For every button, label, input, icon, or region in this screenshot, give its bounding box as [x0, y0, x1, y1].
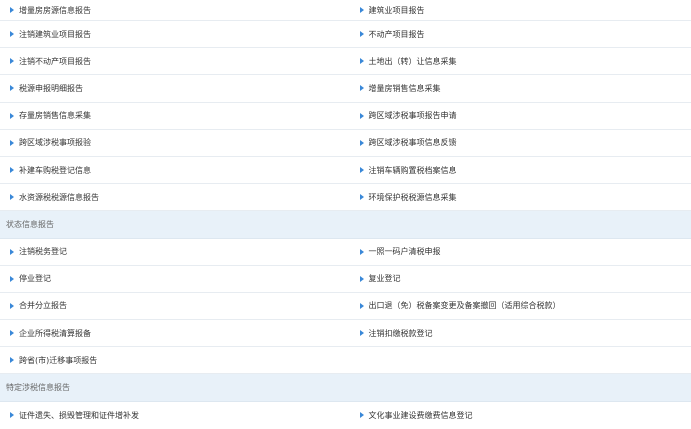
section-header-specific: 特定涉税信息报告 — [0, 374, 691, 401]
menu-item[interactable]: 跨省(市)迁移事项报告 — [0, 355, 346, 366]
report-menu-page: 增量房房源信息报告 建筑业项目报告 注销建筑业项目报告 不动产项目报告 注销不动… — [0, 0, 691, 428]
caret-right-icon — [10, 85, 14, 91]
caret-right-icon — [360, 58, 364, 64]
menu-item[interactable]: 文化事业建设费缴费信息登记 — [346, 410, 691, 421]
caret-right-icon — [360, 167, 364, 173]
caret-right-icon — [360, 412, 364, 418]
caret-right-icon — [10, 303, 14, 309]
menu-item[interactable]: 出口退（免）税备案变更及备案撤回（适用综合税款） — [346, 300, 691, 311]
menu-item[interactable]: 注销扣缴税款登记 — [346, 328, 691, 339]
menu-item[interactable]: 增量房房源信息报告 — [0, 5, 346, 16]
menu-row: 补建车购税登记信息 注销车辆购置税档案信息 — [0, 157, 691, 184]
caret-right-icon — [360, 249, 364, 255]
menu-item[interactable]: 企业所得税清算报备 — [0, 328, 346, 339]
menu-item[interactable]: 不动产项目报告 — [346, 29, 691, 40]
menu-item[interactable]: 注销税务登记 — [0, 246, 346, 257]
menu-item[interactable]: 补建车购税登记信息 — [0, 165, 346, 176]
menu-row: 跨区域涉税事项报验 跨区域涉税事项信息反馈 — [0, 130, 691, 157]
menu-row: 注销税务登记 一照一码户清税申报 — [0, 239, 691, 266]
menu-row: 注销不动产项目报告 土地出（转）让信息采集 — [0, 48, 691, 75]
caret-right-icon — [360, 303, 364, 309]
caret-right-icon — [10, 140, 14, 146]
menu-item[interactable]: 存量房销售信息采集 — [0, 110, 346, 121]
menu-row: 证件遗失、损毁管理和证件增补发 文化事业建设费缴费信息登记 — [0, 402, 691, 429]
menu-item[interactable]: 合并分立报告 — [0, 300, 346, 311]
menu-item[interactable]: 注销车辆购置税档案信息 — [346, 165, 691, 176]
menu-item[interactable]: 土地出（转）让信息采集 — [346, 56, 691, 67]
menu-item[interactable]: 复业登记 — [346, 273, 691, 284]
section-header-status: 状态信息报告 — [0, 211, 691, 238]
menu-item[interactable]: 注销建筑业项目报告 — [0, 29, 346, 40]
menu-item[interactable]: 停业登记 — [0, 273, 346, 284]
menu-item[interactable]: 税源申报明细报告 — [0, 83, 346, 94]
menu-item[interactable]: 水资源税税源信息报告 — [0, 192, 346, 203]
menu-row: 税源申报明细报告 增量房销售信息采集 — [0, 75, 691, 102]
menu-item[interactable]: 增量房销售信息采集 — [346, 83, 691, 94]
report-group-status: 注销税务登记 一照一码户清税申报 停业登记 复业登记 合并分立报告 出口退（免）… — [0, 239, 691, 375]
caret-right-icon — [10, 412, 14, 418]
menu-row: 水资源税税源信息报告 环境保护税税源信息采集 — [0, 184, 691, 211]
menu-row: 合并分立报告 出口退（免）税备案变更及备案撤回（适用综合税款） — [0, 293, 691, 320]
report-group-general: 增量房房源信息报告 建筑业项目报告 注销建筑业项目报告 不动产项目报告 注销不动… — [0, 0, 691, 211]
menu-row: 跨省(市)迁移事项报告 — [0, 347, 691, 374]
caret-right-icon — [360, 85, 364, 91]
caret-right-icon — [10, 330, 14, 336]
report-group-specific: 证件遗失、损毁管理和证件增补发 文化事业建设费缴费信息登记 — [0, 402, 691, 429]
caret-right-icon — [360, 31, 364, 37]
menu-row: 增量房房源信息报告 建筑业项目报告 — [0, 0, 691, 21]
caret-right-icon — [10, 7, 14, 13]
caret-right-icon — [360, 140, 364, 146]
caret-right-icon — [10, 357, 14, 363]
caret-right-icon — [10, 194, 14, 200]
menu-row: 注销建筑业项目报告 不动产项目报告 — [0, 21, 691, 48]
caret-right-icon — [10, 113, 14, 119]
caret-right-icon — [10, 276, 14, 282]
menu-row: 停业登记 复业登记 — [0, 266, 691, 293]
menu-item[interactable]: 建筑业项目报告 — [346, 5, 691, 16]
caret-right-icon — [10, 31, 14, 37]
menu-row: 存量房销售信息采集 跨区域涉税事项报告申请 — [0, 103, 691, 130]
caret-right-icon — [360, 276, 364, 282]
caret-right-icon — [360, 113, 364, 119]
menu-item[interactable]: 跨区域涉税事项报告申请 — [346, 110, 691, 121]
menu-item[interactable]: 证件遗失、损毁管理和证件增补发 — [0, 410, 346, 421]
menu-item[interactable]: 环境保护税税源信息采集 — [346, 192, 691, 203]
menu-item[interactable]: 跨区域涉税事项报验 — [0, 137, 346, 148]
menu-item[interactable]: 注销不动产项目报告 — [0, 56, 346, 67]
menu-row: 企业所得税清算报备 注销扣缴税款登记 — [0, 320, 691, 347]
menu-item[interactable]: 跨区域涉税事项信息反馈 — [346, 137, 691, 148]
caret-right-icon — [360, 330, 364, 336]
caret-right-icon — [10, 58, 14, 64]
caret-right-icon — [10, 167, 14, 173]
caret-right-icon — [360, 194, 364, 200]
caret-right-icon — [10, 249, 14, 255]
caret-right-icon — [360, 7, 364, 13]
menu-item[interactable]: 一照一码户清税申报 — [346, 246, 691, 257]
